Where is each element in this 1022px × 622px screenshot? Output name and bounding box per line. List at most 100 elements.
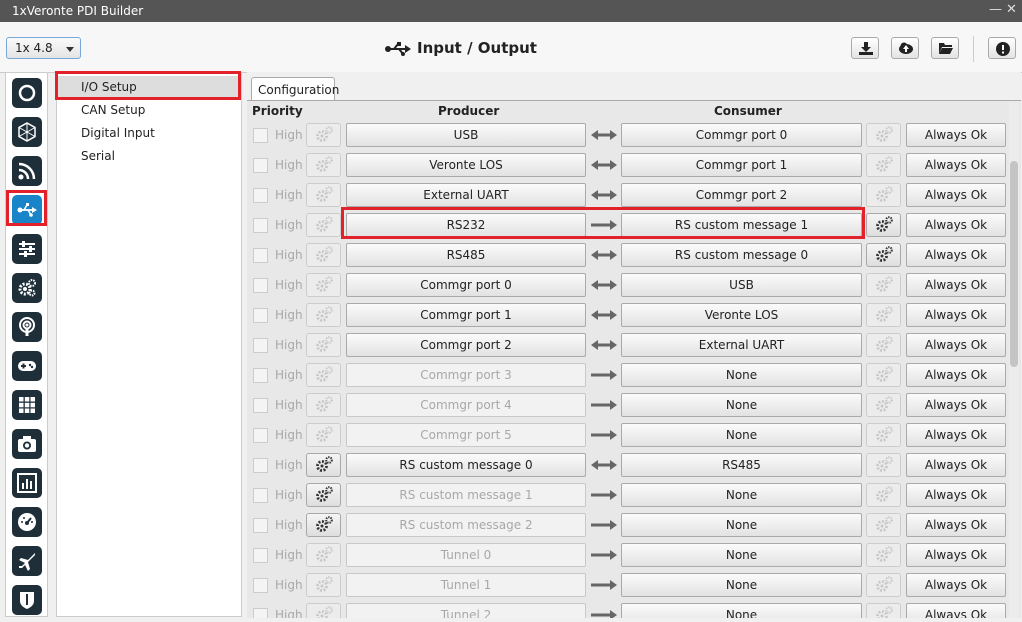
consumer-button[interactable]: RS485 — [621, 453, 862, 477]
shield-button[interactable] — [12, 585, 42, 615]
menu-item-digital-input[interactable]: Digital Input — [81, 126, 155, 140]
info-button[interactable] — [988, 37, 1016, 59]
status-button[interactable]: Always Ok — [906, 513, 1006, 537]
consumer-settings-button[interactable] — [866, 453, 901, 477]
producer-settings-button[interactable] — [306, 513, 341, 537]
priority-checkbox[interactable] — [253, 578, 268, 593]
rss-button[interactable] — [12, 156, 42, 186]
consumer-button[interactable]: External UART — [621, 333, 862, 357]
consumer-settings-button[interactable] — [866, 363, 901, 387]
scrollbar-thumb[interactable] — [1010, 161, 1018, 367]
producer-button[interactable]: USB — [346, 123, 586, 147]
status-button[interactable]: Always Ok — [906, 183, 1006, 207]
producer-button[interactable]: Commgr port 2 — [346, 333, 586, 357]
producer-button[interactable]: RS custom message 2 — [346, 513, 586, 537]
download-button[interactable] — [851, 37, 879, 59]
consumer-button[interactable]: None — [621, 573, 862, 597]
consumer-settings-button[interactable] — [866, 303, 901, 327]
priority-checkbox[interactable] — [253, 608, 268, 618]
producer-button[interactable]: RS485 — [346, 243, 586, 267]
consumer-settings-button[interactable] — [866, 243, 901, 267]
consumer-button[interactable]: Commgr port 1 — [621, 153, 862, 177]
grid-button[interactable] — [12, 390, 42, 420]
producer-settings-button[interactable] — [306, 483, 341, 507]
consumer-button[interactable]: None — [621, 543, 862, 567]
consumer-settings-button[interactable] — [866, 513, 901, 537]
gauge-button[interactable] — [12, 507, 42, 537]
consumer-settings-button[interactable] — [866, 393, 901, 417]
consumer-button[interactable]: Veronte LOS — [621, 303, 862, 327]
status-button[interactable]: Always Ok — [906, 603, 1006, 618]
producer-settings-button[interactable] — [306, 363, 341, 387]
consumer-settings-button[interactable] — [866, 603, 901, 618]
producer-button[interactable]: Veronte LOS — [346, 153, 586, 177]
priority-checkbox[interactable] — [253, 368, 268, 383]
consumer-settings-button[interactable] — [866, 333, 901, 357]
producer-settings-button[interactable] — [306, 303, 341, 327]
status-button[interactable]: Always Ok — [906, 573, 1006, 597]
consumer-settings-button[interactable] — [866, 153, 901, 177]
consumer-button[interactable]: None — [621, 423, 862, 447]
producer-settings-button[interactable] — [306, 573, 341, 597]
priority-checkbox[interactable] — [253, 248, 268, 263]
consumer-button[interactable]: USB — [621, 273, 862, 297]
producer-settings-button[interactable] — [306, 243, 341, 267]
producer-button[interactable]: Commgr port 5 — [346, 423, 586, 447]
producer-button[interactable]: Commgr port 4 — [346, 393, 586, 417]
producer-button[interactable]: Commgr port 0 — [346, 273, 586, 297]
plane-button[interactable] — [12, 546, 42, 576]
open-folder-button[interactable] — [931, 37, 959, 59]
consumer-settings-button[interactable] — [866, 273, 901, 297]
menu-item-serial[interactable]: Serial — [81, 149, 115, 163]
producer-settings-button[interactable] — [306, 333, 341, 357]
consumer-button[interactable]: RS custom message 0 — [621, 243, 862, 267]
priority-checkbox[interactable] — [253, 338, 268, 353]
priority-checkbox[interactable] — [253, 458, 268, 473]
producer-settings-button[interactable] — [306, 213, 341, 237]
status-button[interactable]: Always Ok — [906, 393, 1006, 417]
status-button[interactable]: Always Ok — [906, 303, 1006, 327]
status-button[interactable]: Always Ok — [906, 543, 1006, 567]
consumer-button[interactable]: Commgr port 0 — [621, 123, 862, 147]
consumer-settings-button[interactable] — [866, 123, 901, 147]
producer-button[interactable]: Commgr port 1 — [346, 303, 586, 327]
status-button[interactable]: Always Ok — [906, 213, 1006, 237]
producer-button[interactable]: RS custom message 0 — [346, 453, 586, 477]
menu-item-can-setup[interactable]: CAN Setup — [81, 103, 145, 117]
status-button[interactable]: Always Ok — [906, 423, 1006, 447]
priority-checkbox[interactable] — [253, 518, 268, 533]
priority-checkbox[interactable] — [253, 188, 268, 203]
power-button[interactable] — [12, 78, 42, 108]
producer-settings-button[interactable] — [306, 453, 341, 477]
gamepad-button[interactable] — [12, 351, 42, 381]
minimize-button[interactable]: — — [989, 2, 1002, 17]
producer-button[interactable]: Commgr port 3 — [346, 363, 586, 387]
producer-settings-button[interactable] — [306, 393, 341, 417]
priority-checkbox[interactable] — [253, 128, 268, 143]
camera-button[interactable] — [12, 429, 42, 459]
producer-settings-button[interactable] — [306, 423, 341, 447]
producer-button[interactable]: External UART — [346, 183, 586, 207]
priority-checkbox[interactable] — [253, 548, 268, 563]
producer-button[interactable]: Tunnel 1 — [346, 573, 586, 597]
chart-button[interactable] — [12, 468, 42, 498]
producer-button[interactable]: Tunnel 2 — [346, 603, 586, 618]
consumer-settings-button[interactable] — [866, 183, 901, 207]
globe-button[interactable] — [12, 117, 42, 147]
version-select[interactable]: 1x 4.8 — [6, 37, 81, 59]
consumer-settings-button[interactable] — [866, 543, 901, 567]
priority-checkbox[interactable] — [253, 398, 268, 413]
consumer-button[interactable]: None — [621, 483, 862, 507]
priority-checkbox[interactable] — [253, 218, 268, 233]
priority-checkbox[interactable] — [253, 158, 268, 173]
priority-checkbox[interactable] — [253, 428, 268, 443]
consumer-button[interactable]: None — [621, 513, 862, 537]
status-button[interactable]: Always Ok — [906, 153, 1006, 177]
producer-button[interactable]: Tunnel 0 — [346, 543, 586, 567]
status-button[interactable]: Always Ok — [906, 123, 1006, 147]
consumer-button[interactable]: None — [621, 393, 862, 417]
sliders-button[interactable] — [12, 234, 42, 264]
close-button[interactable]: ✕ — [1006, 2, 1017, 17]
consumer-settings-button[interactable] — [866, 213, 901, 237]
consumer-button[interactable]: None — [621, 603, 862, 618]
